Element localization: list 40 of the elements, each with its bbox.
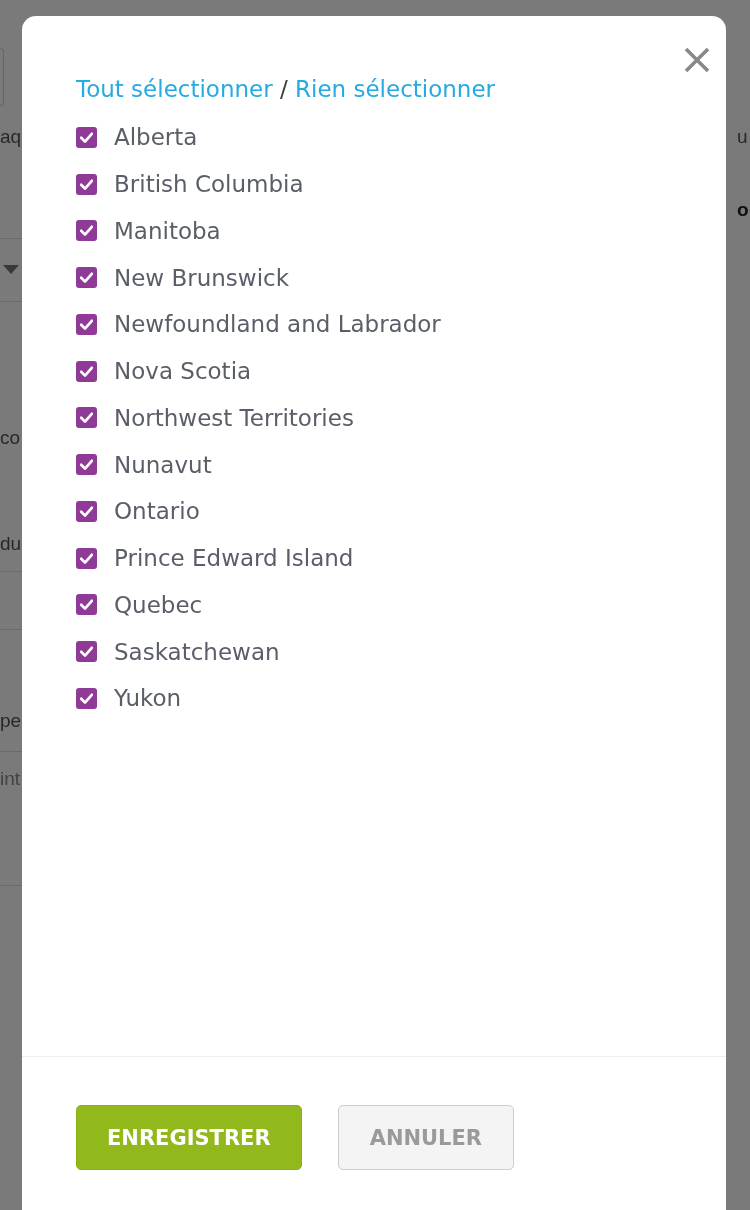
checkbox[interactable] bbox=[76, 547, 97, 569]
checkbox-label: Quebec bbox=[114, 590, 203, 620]
checkbox-label: New Brunswick bbox=[114, 263, 289, 293]
section-heading: o bbox=[737, 198, 750, 222]
checkbox-label: Ontario bbox=[114, 497, 200, 527]
field-label: u bbox=[737, 125, 749, 149]
select-all-link[interactable]: Tout sélectionner bbox=[76, 76, 273, 102]
checkbox-label: Newfoundland and Labrador bbox=[114, 310, 441, 340]
checkbox-label: Prince Edward Island bbox=[114, 544, 354, 574]
checkbox[interactable] bbox=[76, 454, 97, 476]
checkbox-label: Yukon bbox=[114, 684, 182, 714]
checkbox[interactable] bbox=[76, 267, 97, 289]
checkbox-label: Alberta bbox=[114, 123, 198, 153]
caret-icon bbox=[3, 265, 19, 274]
checkbox[interactable] bbox=[76, 594, 97, 616]
checkbox[interactable] bbox=[76, 173, 97, 195]
checkbox-label: Nunavut bbox=[114, 450, 212, 480]
field-label: pe bbox=[0, 709, 22, 733]
checkbox-label: Manitoba bbox=[114, 216, 221, 246]
checkbox[interactable] bbox=[76, 313, 97, 335]
checkbox[interactable] bbox=[76, 641, 97, 663]
checkbox[interactable] bbox=[76, 407, 97, 429]
field-label: du bbox=[0, 532, 22, 556]
checkbox[interactable] bbox=[76, 500, 97, 522]
checkbox-label: British Columbia bbox=[114, 170, 304, 200]
field-label: co bbox=[0, 426, 22, 450]
save-button[interactable]: ENREGISTRER bbox=[76, 1105, 302, 1170]
field-label: aq bbox=[0, 125, 22, 149]
placeholder-text: int bbox=[0, 767, 22, 791]
checkbox-label: Saskatchewan bbox=[114, 637, 280, 667]
checkbox-label: Nova Scotia bbox=[114, 357, 252, 387]
cancel-button[interactable]: ANNULER bbox=[337, 1105, 514, 1170]
checkbox[interactable] bbox=[76, 220, 97, 242]
checkbox-label: Northwest Territories bbox=[114, 403, 354, 433]
separator-text: / bbox=[280, 76, 288, 102]
close-icon[interactable] bbox=[684, 47, 710, 73]
checkbox[interactable] bbox=[76, 360, 97, 382]
select-none-link[interactable]: Rien sélectionner bbox=[295, 76, 496, 102]
checkbox[interactable] bbox=[76, 126, 97, 148]
checkbox[interactable] bbox=[76, 687, 97, 709]
